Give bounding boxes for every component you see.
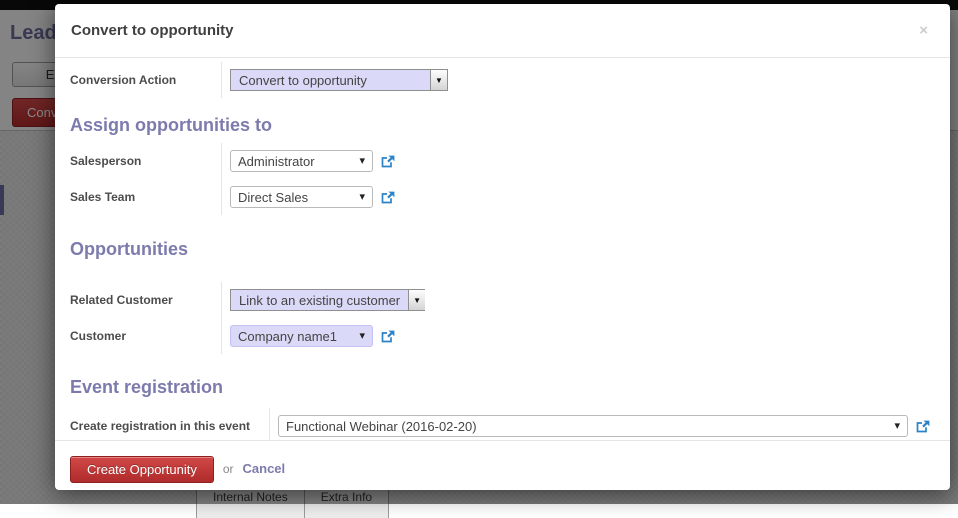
dialog-body: Conversion Action Convert to opportunity…: [55, 58, 950, 440]
customer-label: Customer: [70, 318, 222, 354]
sales-team-label: Sales Team: [70, 179, 222, 215]
assign-opportunities-heading: Assign opportunities to: [70, 115, 935, 136]
sales-team-field: Direct Sales: [222, 179, 396, 214]
opportunities-heading: Opportunities: [70, 239, 935, 260]
event-registration-label: Create registration in this event: [70, 408, 270, 440]
related-customer-select[interactable]: Link to an existing customer ▼: [230, 289, 425, 311]
dialog-header: Convert to opportunity ×: [55, 4, 950, 58]
cancel-link[interactable]: Cancel: [243, 456, 286, 476]
related-customer-row: Related Customer Link to an existing cus…: [70, 282, 935, 318]
customer-row: Customer Company name1: [70, 318, 935, 354]
salesperson-row: Salesperson Administrator: [70, 143, 935, 179]
or-text: or: [223, 456, 234, 476]
chevron-down-icon: ▼: [430, 70, 447, 90]
customer-select[interactable]: Company name1: [230, 325, 373, 347]
event-registration-heading: Event registration: [70, 377, 935, 398]
customer-external-link-icon[interactable]: [380, 329, 396, 344]
related-customer-field: Link to an existing customer ▼: [222, 282, 425, 317]
event-registration-field: Functional Webinar (2016-02-20): [270, 408, 931, 440]
conversion-action-field: Convert to opportunity ▼: [222, 62, 448, 97]
salesperson-field: Administrator: [222, 143, 396, 178]
create-opportunity-button[interactable]: Create Opportunity: [70, 456, 214, 483]
sales-team-select[interactable]: Direct Sales: [230, 186, 373, 208]
conversion-action-row: Conversion Action Convert to opportunity…: [70, 62, 935, 98]
salesperson-label: Salesperson: [70, 143, 222, 179]
salesperson-external-link-icon[interactable]: [380, 154, 396, 169]
event-registration-select[interactable]: Functional Webinar (2016-02-20): [278, 415, 908, 437]
dialog-title: Convert to opportunity: [71, 22, 233, 39]
event-registration-row: Create registration in this event Functi…: [70, 408, 935, 440]
close-icon[interactable]: ×: [913, 20, 934, 41]
chevron-down-icon: ▼: [408, 290, 425, 310]
dialog-footer: Create Opportunity or Cancel: [55, 440, 950, 490]
sales-team-external-link-icon[interactable]: [380, 190, 396, 205]
conversion-action-select[interactable]: Convert to opportunity ▼: [230, 69, 448, 91]
conversion-action-label: Conversion Action: [70, 62, 222, 98]
customer-field: Company name1: [222, 318, 396, 353]
sales-team-row: Sales Team Direct Sales: [70, 179, 935, 215]
related-customer-label: Related Customer: [70, 282, 222, 318]
salesperson-select[interactable]: Administrator: [230, 150, 373, 172]
event-external-link-icon[interactable]: [915, 419, 931, 434]
convert-to-opportunity-dialog: Convert to opportunity × Conversion Acti…: [55, 4, 950, 490]
